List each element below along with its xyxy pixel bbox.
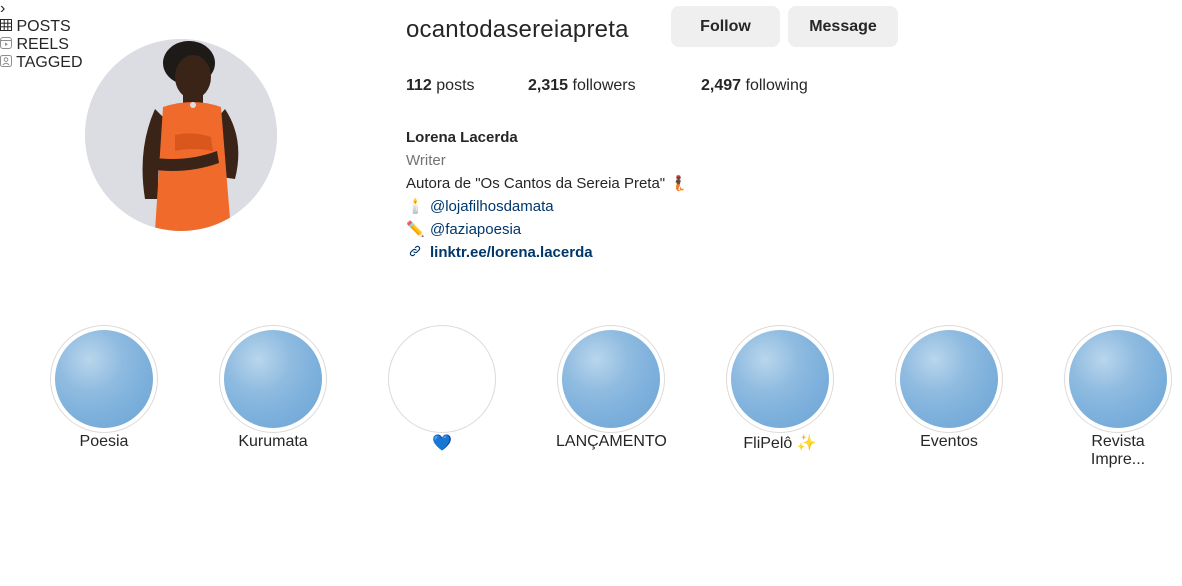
- highlight-cover: [900, 330, 998, 428]
- following-stat[interactable]: 2,497 following: [701, 77, 808, 95]
- mention-link[interactable]: @faziapoesia: [430, 221, 521, 238]
- highlight-item[interactable]: FliPelô ✨: [725, 325, 835, 453]
- follow-button[interactable]: Follow: [671, 6, 780, 47]
- highlight-cover: [55, 330, 153, 428]
- highlight-label: LANÇAMENTO: [556, 433, 667, 450]
- highlight-label: Eventos: [920, 433, 978, 450]
- highlight-label: 💙: [432, 435, 452, 452]
- profile-full-name: Lorena Lacerda: [406, 129, 518, 146]
- pencil-icon: ✏️: [406, 221, 425, 238]
- profile-category: Writer: [406, 152, 446, 169]
- highlight-ring: [50, 325, 158, 433]
- highlight-item[interactable]: Revista Impre...: [1063, 325, 1173, 469]
- profile-bio: Lorena Lacerda Writer Autora de "Os Cant…: [406, 126, 688, 264]
- highlight-label: Revista Impre...: [1090, 433, 1146, 468]
- followers-count: 2,315: [528, 77, 569, 94]
- mention-link[interactable]: @lojafilhosdamata: [430, 198, 554, 215]
- tab-tagged-label: TAGGED: [16, 54, 83, 71]
- bio-mention-line: ✏️ @faziapoesia: [406, 218, 688, 241]
- highlight-ring: [219, 325, 327, 433]
- highlight-label: Kurumata: [238, 433, 308, 450]
- following-count: 2,497: [701, 77, 742, 94]
- highlight-item[interactable]: Poesia: [49, 325, 159, 451]
- posts-stat[interactable]: 112 posts: [406, 77, 475, 95]
- message-button[interactable]: Message: [788, 6, 898, 47]
- tag-user-icon: [0, 55, 12, 67]
- highlight-cover: [393, 330, 491, 428]
- highlight-item[interactable]: Kurumata: [218, 325, 328, 451]
- highlight-cover: [731, 330, 829, 428]
- bio-line: Autora de "Os Cantos da Sereia Preta" 🧜🏿: [406, 175, 688, 192]
- highlight-ring: [726, 325, 834, 433]
- tab-posts-label: POSTS: [16, 18, 71, 35]
- avatar-image: [85, 39, 277, 231]
- highlight-label: FliPelô ✨: [743, 435, 817, 452]
- link-icon: [406, 241, 424, 264]
- highlight-ring: [895, 325, 1003, 433]
- highlight-ring: [557, 325, 665, 433]
- posts-count: 112: [406, 77, 432, 94]
- bio-website[interactable]: linktr.ee/lorena.lacerda: [406, 241, 688, 264]
- following-label: following: [745, 77, 808, 94]
- candle-icon: 🕯️: [406, 198, 425, 215]
- highlight-cover: [224, 330, 322, 428]
- highlight-item[interactable]: Eventos: [894, 325, 1004, 451]
- followers-stat[interactable]: 2,315 followers: [528, 77, 636, 95]
- profile-avatar[interactable]: [85, 39, 277, 231]
- highlight-label: Poesia: [79, 433, 129, 450]
- highlight-item[interactable]: LANÇAMENTO: [556, 325, 667, 451]
- highlight-cover: [562, 330, 660, 428]
- reels-icon: [0, 37, 12, 49]
- grid-icon: [0, 19, 12, 31]
- followers-label: followers: [572, 77, 636, 94]
- highlight-ring: [388, 325, 496, 433]
- posts-label: posts: [436, 77, 475, 94]
- website-link[interactable]: linktr.ee/lorena.lacerda: [430, 244, 593, 261]
- tab-reels-label: REELS: [16, 36, 69, 53]
- highlight-ring: [1064, 325, 1172, 433]
- profile-username: ocantodasereiapreta: [406, 16, 629, 43]
- highlight-item[interactable]: 💙: [387, 325, 497, 453]
- highlight-cover: [1069, 330, 1167, 428]
- bio-mention-line: 🕯️ @lojafilhosdamata: [406, 195, 688, 218]
